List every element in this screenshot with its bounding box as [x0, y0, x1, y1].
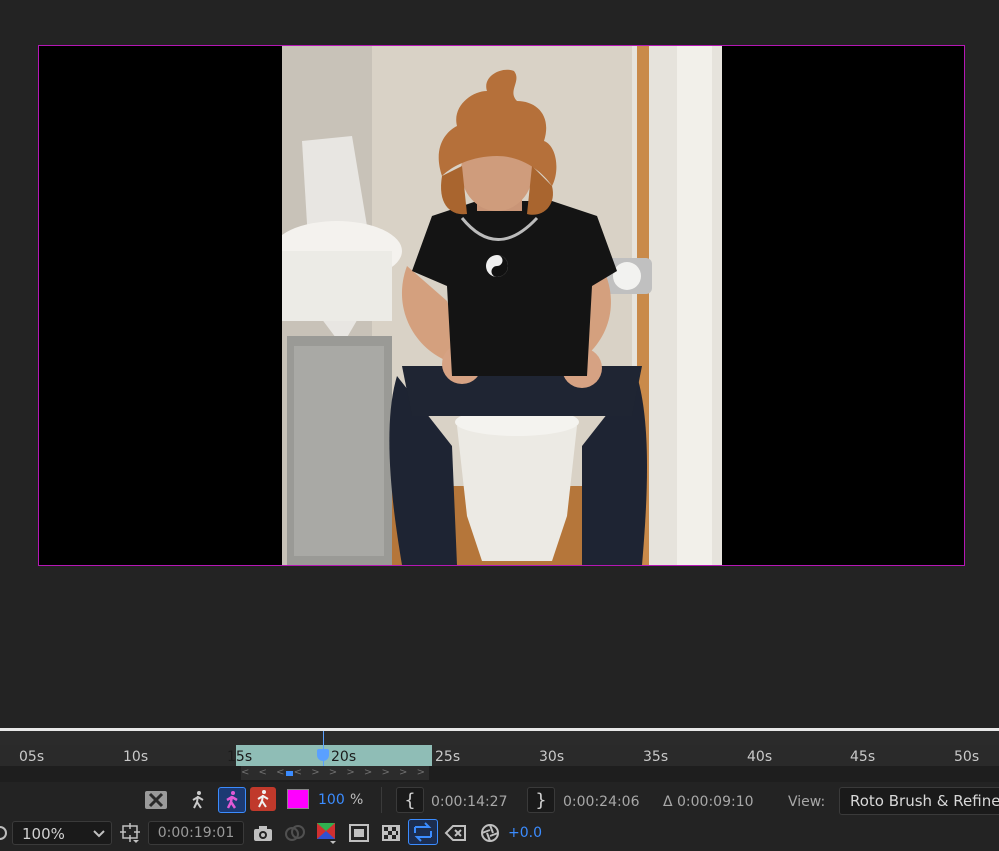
preview-icon[interactable]	[0, 822, 8, 844]
playhead-handle[interactable]	[317, 749, 329, 761]
ruler-tick: 45s	[850, 749, 876, 765]
close-x-icon[interactable]	[144, 788, 168, 812]
view-label: View:	[788, 794, 826, 810]
shutter-icon[interactable]	[478, 821, 502, 845]
exposure-value[interactable]: +0.0	[508, 825, 542, 841]
red-figure-icon[interactable]	[250, 787, 276, 811]
ruler-tick: 35s	[643, 749, 669, 765]
overlay-color-fill	[288, 790, 308, 808]
footage-image	[282, 46, 722, 565]
camera-icon[interactable]	[252, 821, 274, 845]
toolbar-separator	[381, 787, 382, 813]
ruler-tick: 25s	[435, 749, 461, 765]
span-duration: Δ 0:00:09:10	[663, 794, 754, 810]
keyframe-strip	[0, 766, 999, 782]
region-icon[interactable]	[118, 821, 142, 845]
transparency-grid-icon[interactable]	[379, 821, 403, 845]
time-navigator[interactable]	[0, 731, 999, 746]
ruler-tick: 05s	[19, 749, 45, 765]
pointer-hand-icon[interactable]	[442, 821, 468, 845]
out-time[interactable]: 0:00:24:06	[563, 794, 640, 810]
rgb-channels-icon[interactable]	[314, 821, 338, 845]
in-time[interactable]: 0:00:14:27	[431, 794, 508, 810]
fast-preview-icon[interactable]	[408, 819, 438, 845]
footage-frame	[282, 46, 722, 565]
zoom-chevron-icon	[93, 830, 105, 838]
zoom-dropdown[interactable]: 100%	[12, 821, 112, 845]
current-time-field[interactable]: 0:00:19:01	[148, 821, 244, 845]
ruler-tick: 30s	[539, 749, 565, 765]
ruler-tick: 10s	[123, 749, 149, 765]
zoom-value: 100%	[22, 825, 65, 843]
composition-viewer[interactable]	[0, 0, 999, 728]
current-frame-marker	[286, 771, 293, 776]
ruler-tick: 50s	[954, 749, 980, 765]
overlay-color-swatch[interactable]	[287, 789, 309, 809]
keyframe-navigator[interactable]: < < < < > > > > > > > > >	[241, 766, 429, 792]
overlay-opacity-unit: %	[350, 792, 364, 808]
region-of-interest-icon[interactable]	[347, 821, 371, 845]
composition-frame[interactable]	[38, 45, 965, 566]
ruler-tick: 15s	[227, 749, 253, 765]
overlay-opacity-value[interactable]: 100	[318, 792, 345, 808]
bracket-in-icon[interactable]: {	[396, 787, 424, 813]
walking-figure-icon[interactable]	[187, 788, 209, 812]
roto-figure-icon[interactable]	[218, 787, 246, 813]
ruler-tick: 20s	[331, 749, 357, 765]
view-dropdown[interactable]: Roto Brush & Refine	[839, 787, 999, 815]
link-icon[interactable]	[283, 821, 307, 845]
ruler-tick: 40s	[747, 749, 773, 765]
bracket-out-icon[interactable]: }	[527, 787, 555, 813]
